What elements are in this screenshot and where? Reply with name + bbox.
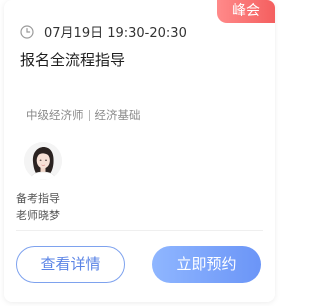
teacher-name: 老师晓梦 [16, 209, 60, 222]
live-course-card[interactable]: 峰会 07月19日 19:30-20:30 报名全流程指导 中级经济师 经济基础 [4, 0, 275, 302]
schedule-row: 07月19日 19:30-20:30 [20, 21, 187, 41]
schedule-time: 07月19日 19:30-20:30 [44, 25, 187, 41]
view-details-button[interactable]: 查看详情 [16, 246, 125, 283]
course-tags: 中级经济师 经济基础 [26, 107, 141, 123]
teacher-role: 备考指导 [16, 192, 60, 205]
course-title: 报名全流程指导 [20, 51, 126, 69]
teacher-avatar [24, 142, 62, 180]
tag-subject: 经济基础 [94, 108, 141, 122]
tag-level: 中级经济师 [26, 108, 84, 122]
summit-badge: 峰会 [217, 0, 275, 23]
tag-divider [88, 109, 90, 121]
card-divider [16, 230, 263, 231]
book-now-button[interactable]: 立即预约 [152, 246, 261, 283]
clock-icon [20, 24, 34, 39]
